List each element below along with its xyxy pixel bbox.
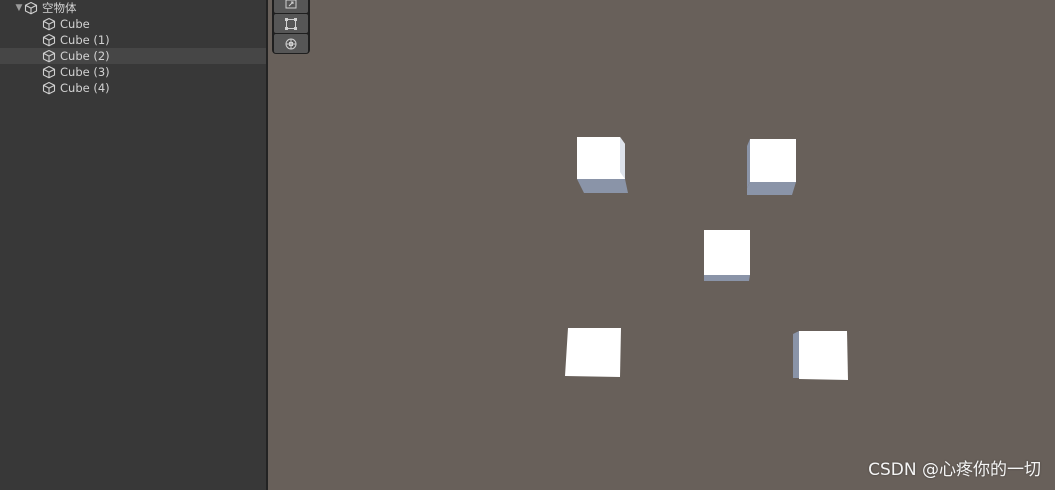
expand-arrow-icon[interactable]: ▼: [14, 0, 24, 16]
scene-cube[interactable]: [746, 138, 798, 196]
hierarchy-item-cube-3[interactable]: Cube (3): [0, 64, 266, 80]
scene-view[interactable]: CSDN @心疼你的一切: [268, 0, 1055, 490]
hierarchy-item-cube[interactable]: Cube: [0, 16, 266, 32]
cube-outline-icon: [42, 65, 56, 79]
cube-outline-icon: [42, 81, 56, 95]
hierarchy-item-label: Cube: [60, 17, 90, 31]
scene-cube[interactable]: [792, 330, 850, 382]
scale-tool-icon: [284, 0, 298, 11]
cube-outline-icon: [42, 33, 56, 47]
hierarchy-item-label: Cube (3): [60, 65, 110, 79]
rect-tool-icon: [284, 17, 298, 31]
cube-outline-icon: [42, 49, 56, 63]
hierarchy-item-cube-1[interactable]: Cube (1): [0, 32, 266, 48]
hierarchy-item-label: Cube (2): [60, 49, 110, 63]
scene-tool-palette: [272, 0, 310, 54]
transform-tool-button[interactable]: [274, 34, 308, 53]
watermark-text: CSDN @心疼你的一切: [868, 460, 1041, 480]
transform-tool-icon: [284, 37, 298, 51]
scale-tool-button[interactable]: [274, 0, 308, 13]
hierarchy-panel: ▼ 空物体 Cube Cube (1) Cube (2) Cube (3) Cu…: [0, 0, 268, 490]
hierarchy-item-parent[interactable]: ▼ 空物体: [0, 0, 266, 16]
hierarchy-item-label: Cube (1): [60, 33, 110, 47]
rect-tool-button[interactable]: [274, 14, 308, 33]
hierarchy-item-label: 空物体: [42, 1, 77, 15]
scene-cube[interactable]: [703, 229, 751, 283]
hierarchy-item-label: Cube (4): [60, 81, 110, 95]
scene-cube[interactable]: [575, 136, 629, 194]
hierarchy-item-cube-4[interactable]: Cube (4): [0, 80, 266, 96]
cube-outline-icon: [42, 17, 56, 31]
hierarchy-item-cube-2[interactable]: Cube (2): [0, 48, 266, 64]
scene-cube[interactable]: [564, 327, 622, 379]
cube-outline-icon: [24, 1, 38, 15]
